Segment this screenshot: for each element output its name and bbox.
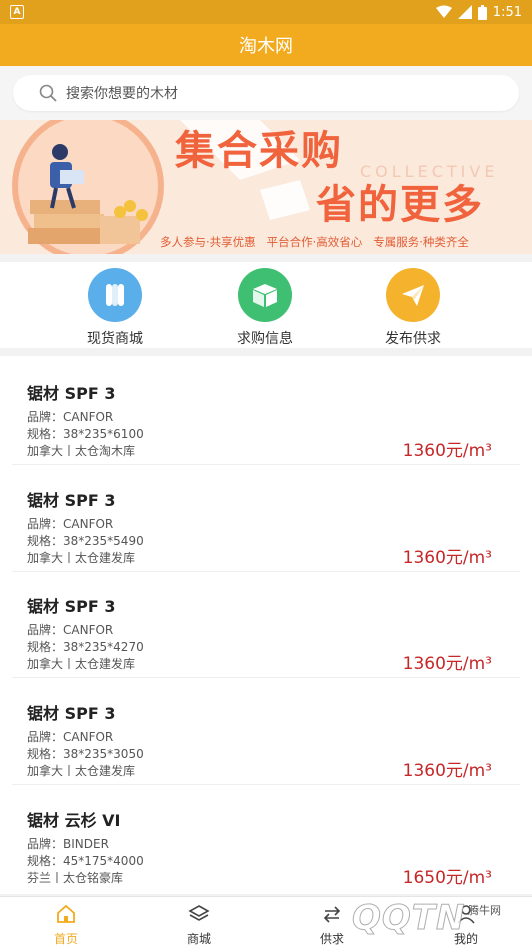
product-origin: 加拿大丨太仓建发库 xyxy=(27,657,136,671)
tab-label: 首页 xyxy=(53,932,78,946)
lumber-icon xyxy=(88,268,142,322)
product-price: 1360元/m³ xyxy=(402,654,492,674)
product-brand: 品牌：CANFOR xyxy=(27,517,114,531)
product-name: 锯材 SPF 3 xyxy=(27,597,116,616)
product-brand: 品牌：CANFOR xyxy=(27,730,114,744)
product-origin: 加拿大丨太仓建发库 xyxy=(27,551,136,565)
product-list: 锯材 SPF 3 品牌：CANFOR 规格：38*235*6100 加拿大丨太仓… xyxy=(0,356,532,894)
quick-actions: 现货商城 求购信息 发布供求 xyxy=(0,262,532,348)
home-icon xyxy=(57,904,75,923)
status-bar: A 1:51 xyxy=(0,0,532,24)
product-name: 锯材 SPF 3 xyxy=(27,384,116,403)
title-bar: 淘木网 xyxy=(0,24,532,66)
search-area: 搜索你想要的木材 xyxy=(0,66,532,120)
wifi-icon xyxy=(435,5,452,18)
product-item[interactable]: 锯材 SPF 3 品牌：CANFOR 规格：38*235*3050 加拿大丨太仓… xyxy=(12,678,520,785)
product-price: 1360元/m³ xyxy=(402,548,492,568)
product-origin: 芬兰丨太仓铭豪库 xyxy=(27,871,124,885)
battery-icon xyxy=(477,4,487,20)
signal-icon xyxy=(457,5,472,19)
layers-icon xyxy=(188,905,210,921)
product-origin: 加拿大丨太仓建发库 xyxy=(27,764,136,778)
paper-plane-icon xyxy=(386,268,440,322)
tab-home[interactable]: 首页 xyxy=(26,903,106,946)
box-icon xyxy=(238,268,292,322)
product-spec: 规格：38*235*5490 xyxy=(27,534,144,548)
product-name: 锯材 云杉 VI xyxy=(27,811,121,830)
product-brand: 品牌：CANFOR xyxy=(27,623,114,637)
product-price: 1360元/m³ xyxy=(402,761,492,781)
product-item[interactable]: 锯材 SPF 3 品牌：CANFOR 规格：38*235*4270 加拿大丨太仓… xyxy=(12,571,520,678)
watermark-text: 腾牛网 xyxy=(468,904,501,917)
product-spec: 规格：38*235*6100 xyxy=(27,427,144,441)
product-item[interactable]: 锯材 云杉 VI 品牌：BINDER 规格：45*175*4000 芬兰丨太仓铭… xyxy=(12,785,520,892)
watermark-logo: QQTN xyxy=(351,898,466,939)
product-brand: 品牌：BINDER xyxy=(27,837,109,851)
product-name: 锯材 SPF 3 xyxy=(27,704,116,723)
search-placeholder: 搜索你想要的木材 xyxy=(66,86,178,102)
search-icon xyxy=(39,84,57,102)
product-spec: 规格：38*235*4270 xyxy=(27,640,144,654)
product-origin: 加拿大丨太仓淘木库 xyxy=(27,444,136,458)
tab-label: 商城 xyxy=(186,932,211,946)
quick-action-purchase-info[interactable]: 求购信息 xyxy=(215,268,315,348)
product-brand: 品牌：CANFOR xyxy=(27,410,114,424)
product-spec: 规格：45*175*4000 xyxy=(27,854,144,868)
banner-headline-2: 省的更多 xyxy=(316,182,484,228)
watermark: QQTN 腾牛网 xyxy=(330,890,532,946)
clock: 1:51 xyxy=(492,4,522,20)
page-title: 淘木网 xyxy=(239,36,293,57)
quick-action-label: 现货商城 xyxy=(87,331,143,347)
product-name: 锯材 SPF 3 xyxy=(27,491,116,510)
banner-tags: 多人参与·共享优惠 平台合作·高效省心 专属服务·种类齐全 xyxy=(160,235,469,249)
quick-action-label: 求购信息 xyxy=(237,331,293,347)
tab-mall[interactable]: 商城 xyxy=(159,903,239,946)
search-input[interactable]: 搜索你想要的木材 xyxy=(13,75,519,111)
quick-action-publish[interactable]: 发布供求 xyxy=(363,268,463,348)
banner-headline-1: 集合采购 xyxy=(175,128,343,174)
notification-icon: A xyxy=(10,5,24,19)
quick-action-label: 发布供求 xyxy=(385,331,441,347)
quick-action-spot-mall[interactable]: 现货商城 xyxy=(65,268,165,348)
product-price: 1360元/m³ xyxy=(402,441,492,461)
product-price: 1650元/m³ xyxy=(402,868,492,888)
product-item[interactable]: 锯材 SPF 3 品牌：CANFOR 规格：38*235*5490 加拿大丨太仓… xyxy=(12,465,520,572)
promo-banner[interactable]: 集合采购 COLLECTIVE 省的更多 多人参与·共享优惠 平台合作·高效省心… xyxy=(0,120,532,254)
product-spec: 规格：38*235*3050 xyxy=(27,747,144,761)
product-item[interactable]: 锯材 SPF 3 品牌：CANFOR 规格：38*235*6100 加拿大丨太仓… xyxy=(12,358,520,465)
